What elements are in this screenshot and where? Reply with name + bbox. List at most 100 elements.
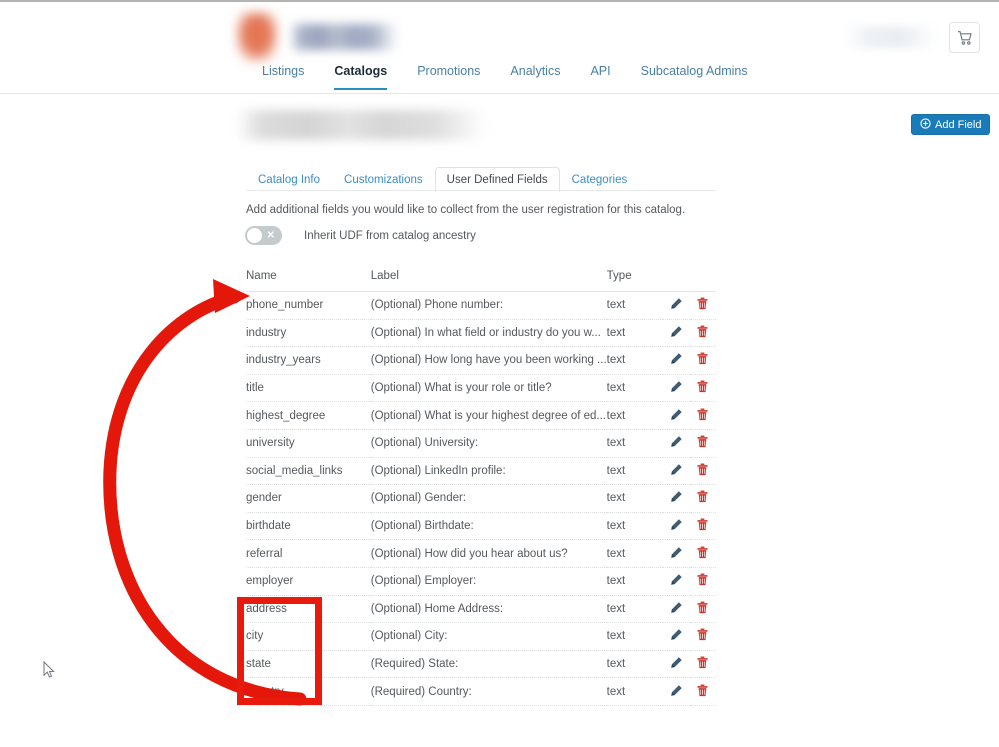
trash-icon [697, 518, 708, 531]
nav-item-catalogs[interactable]: Catalogs [334, 64, 388, 90]
cell-field-label: (Optional) Phone number: [370, 291, 607, 320]
edit-field-button[interactable] [670, 297, 683, 310]
delete-field-button[interactable] [696, 546, 709, 559]
cell-field-name: gender [246, 484, 371, 513]
table-row: phone_number (Optional) Phone number: text [246, 291, 716, 320]
tab-catalog-info[interactable]: Catalog Info [246, 167, 332, 192]
cell-field-label: (Optional) University: [370, 429, 607, 458]
cell-edit-action [663, 595, 690, 624]
cell-delete-action [689, 677, 716, 706]
edit-field-button[interactable] [670, 573, 683, 586]
inherit-udf-toggle-label: Inherit UDF from catalog ancestry [304, 229, 476, 242]
table-row: state (Required) State: text [246, 650, 716, 679]
annotation-arrow-head [213, 279, 250, 313]
edit-field-button[interactable] [670, 628, 683, 641]
logo-mark-icon [236, 11, 278, 62]
table-row: birthdate (Optional) Birthdate: text [246, 512, 716, 541]
delete-field-button[interactable] [696, 684, 709, 697]
delete-field-button[interactable] [696, 408, 709, 421]
trash-icon [697, 656, 708, 669]
cell-field-name: state [246, 650, 371, 679]
sub-tabs-divider [246, 190, 716, 191]
nav-item-promotions[interactable]: Promotions [417, 64, 480, 90]
trash-icon [697, 491, 708, 503]
edit-field-button[interactable] [670, 352, 683, 365]
shopping-cart-button[interactable] [949, 22, 980, 53]
cell-field-type: text [606, 595, 664, 624]
toggle-knob [247, 228, 262, 243]
tab-user-defined-fields[interactable]: User Defined Fields [434, 167, 560, 192]
cell-edit-action [663, 401, 690, 430]
main-navigation: Listings Catalogs Promotions Analytics A… [0, 64, 999, 96]
table-row: employer (Optional) Employer: text [246, 567, 716, 596]
cell-field-name: phone_number [246, 291, 371, 320]
delete-field-button[interactable] [696, 463, 709, 476]
nav-item-api[interactable]: API [590, 64, 610, 90]
tab-categories[interactable]: Categories [560, 167, 640, 192]
edit-field-button[interactable] [670, 490, 683, 503]
cell-edit-action [663, 429, 690, 458]
cell-delete-action [689, 291, 716, 320]
cell-field-type: text [606, 512, 664, 541]
delete-field-button[interactable] [696, 435, 709, 448]
table-row: referral (Optional) How did you hear abou… [246, 539, 716, 568]
page-title-redacted [236, 110, 491, 140]
delete-field-button[interactable] [696, 518, 709, 531]
user-defined-fields-table: Name Label Type phone_number (Optional) P… [246, 270, 716, 706]
nav-item-listings[interactable]: Listings [262, 64, 304, 90]
cell-field-type: text [606, 650, 664, 679]
cell-delete-action [689, 374, 716, 403]
delete-field-button[interactable] [696, 573, 709, 586]
cell-edit-action [663, 457, 690, 486]
tab-customizations[interactable]: Customizations [332, 167, 435, 192]
cell-field-label: (Optional) LinkedIn profile: [370, 457, 607, 486]
cell-field-label: (Optional) What is your highest degree o… [370, 401, 607, 430]
edit-field-button[interactable] [670, 463, 683, 476]
edit-field-button[interactable] [670, 546, 683, 559]
cell-field-type: text [606, 401, 664, 430]
nav-item-subcatalog-admins[interactable]: Subcatalog Admins [641, 64, 748, 90]
edit-field-button[interactable] [670, 518, 683, 531]
app-root: Listings Catalogs Promotions Analytics A… [0, 0, 999, 747]
brand-logo[interactable] [236, 10, 411, 63]
delete-field-button[interactable] [696, 325, 709, 338]
delete-field-button[interactable] [696, 352, 709, 365]
edit-field-button[interactable] [670, 601, 683, 614]
cell-field-label: (Optional) City: [370, 622, 607, 651]
column-header-label: Label [370, 270, 607, 292]
cell-field-name: country [246, 677, 371, 706]
delete-field-button[interactable] [696, 628, 709, 641]
trash-icon [697, 573, 708, 586]
delete-field-button[interactable] [696, 380, 709, 393]
edit-field-button[interactable] [670, 408, 683, 421]
table-row: industry_years (Optional) How long have y… [246, 346, 716, 375]
trash-icon [697, 628, 708, 641]
cell-field-name: employer [246, 567, 371, 596]
edit-field-button[interactable] [670, 380, 683, 393]
delete-field-button[interactable] [696, 656, 709, 669]
table-row: industry (Optional) In what field or indu… [246, 319, 716, 348]
cell-edit-action [663, 567, 690, 596]
add-field-button[interactable]: Add Field [911, 114, 991, 135]
cell-delete-action [689, 622, 716, 651]
udf-description: Add additional fields you would like to … [246, 204, 686, 216]
edit-field-button[interactable] [670, 684, 683, 697]
inherit-udf-toggle[interactable]: ✕ [245, 226, 282, 245]
delete-field-button[interactable] [696, 297, 709, 310]
trash-icon [697, 297, 708, 310]
account-name-redacted[interactable] [845, 26, 937, 48]
cell-field-label: (Optional) Home Address: [370, 595, 607, 624]
cell-edit-action [663, 291, 690, 320]
logo-wordmark [290, 23, 400, 50]
edit-field-button[interactable] [670, 435, 683, 448]
pencil-icon [671, 436, 682, 447]
pencil-icon [671, 353, 682, 365]
pencil-icon [671, 684, 682, 696]
table-body: phone_number (Optional) Phone number: text… [246, 291, 716, 706]
edit-field-button[interactable] [670, 325, 683, 338]
delete-field-button[interactable] [696, 601, 709, 614]
delete-field-button[interactable] [696, 490, 709, 503]
edit-field-button[interactable] [670, 656, 683, 669]
cell-edit-action [663, 539, 690, 568]
nav-item-analytics[interactable]: Analytics [510, 64, 560, 90]
